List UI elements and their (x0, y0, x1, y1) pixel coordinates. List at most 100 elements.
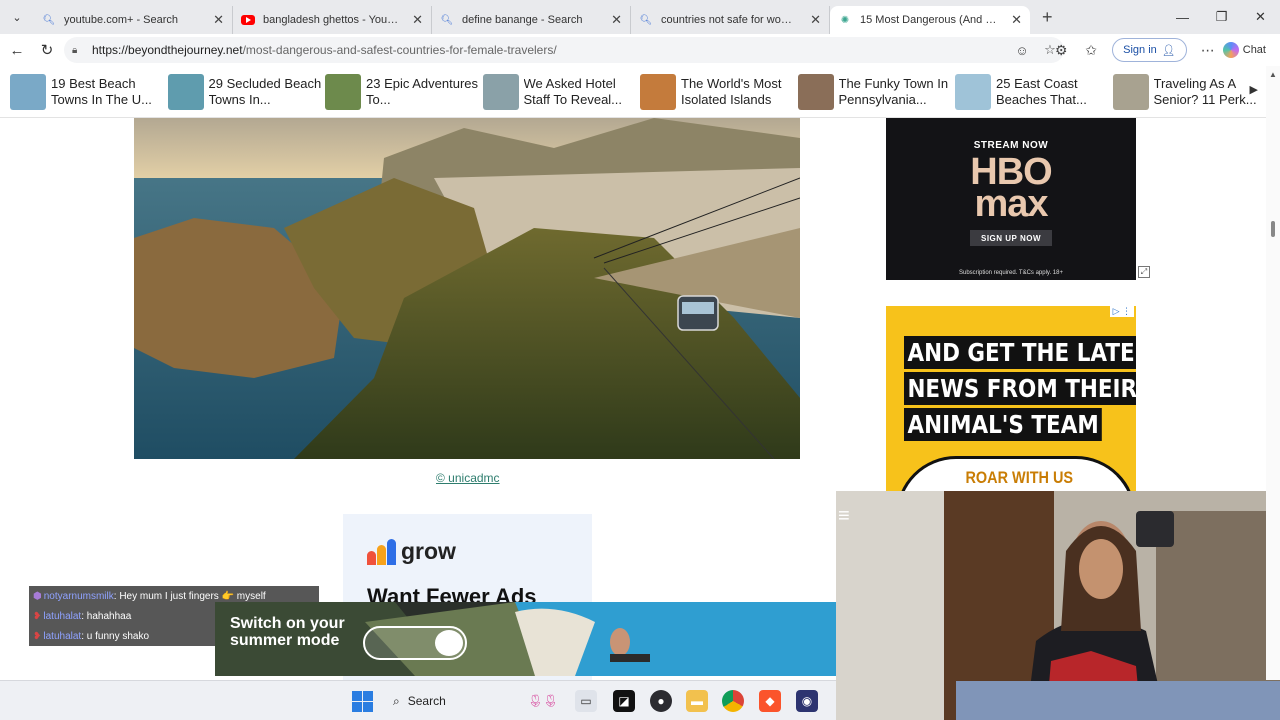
restore-icon[interactable]: ❐ (1202, 0, 1241, 34)
tab-title: bangladesh ghettos - YouTube (263, 14, 403, 26)
minimize-icon[interactable]: — (1163, 0, 1202, 34)
copilot-icon (1222, 42, 1239, 58)
recommendation-label: The Funky Town In Pennsylvania... (838, 75, 949, 107)
hbo-logo-line2: max (974, 183, 1048, 225)
refresh-icon[interactable]: ↻ (32, 35, 62, 65)
ad-stream-now: STREAM NOW (973, 140, 1049, 151)
browser-toolbar: ← ↻ 🔒︎ https://beyondthejourney.net/most… (0, 34, 1280, 66)
tab-countries-not-safe[interactable]: 🔍︎ countries not safe for woman - Search… (631, 6, 830, 34)
hbo-max-ad[interactable]: STREAM NOW HBO max SIGN UP NOW Subscript… (886, 118, 1136, 280)
ad-cta[interactable]: ROAR WITH US (965, 468, 1073, 488)
tab-define-banange[interactable]: 🔍︎ define banange - Search ✕ (432, 6, 631, 34)
taskbar-search[interactable]: ⌕ Search (385, 687, 515, 715)
ad-expand-icon[interactable]: ⤢ (1138, 266, 1150, 278)
tab-title: define banange - Search (462, 14, 583, 26)
recommendation-label: The World's Most Isolated Islands (681, 75, 782, 107)
recommendation-item[interactable]: 25 East Coast Beaches That... (955, 73, 1113, 110)
brave-icon[interactable]: ◆ (759, 690, 781, 712)
grow-mark-icon (367, 538, 397, 565)
ad-line-1: AND GET THE LATEST (904, 336, 1136, 369)
app-icon-capcut[interactable]: ◪ (613, 690, 635, 712)
app-icon-discord[interactable]: ◉ (796, 690, 818, 712)
chat-user: notyarnumsmilk (43, 591, 114, 602)
chat-badge-icon: ⬢ (33, 591, 42, 602)
hbo-signup-button[interactable]: SIGN UP NOW (970, 230, 1052, 246)
search-icon: 🔍︎ (639, 14, 653, 26)
close-tab-icon[interactable]: ✕ (412, 12, 423, 28)
close-tab-icon[interactable]: ✕ (1011, 12, 1022, 28)
summer-banner-text: Switch on your summer mode (230, 615, 345, 649)
close-tab-icon[interactable]: ✕ (810, 12, 821, 28)
profile-icon: 👤︎ (1161, 44, 1176, 57)
site-info-icon[interactable]: 🔒︎ (72, 45, 86, 56)
close-window-icon[interactable]: ✕ (1241, 0, 1280, 34)
tab-title: youtube.com+ - Search (64, 14, 179, 26)
app-icon-obs[interactable]: ● (650, 690, 672, 712)
url-host: https://beyondthejourney.net (92, 43, 243, 57)
more-options-icon[interactable]: ⋯ (1193, 42, 1223, 59)
recommendation-thumbnail (325, 73, 361, 110)
recommendation-bar: 19 Best Beach Towns In The U... 29 Seclud… (0, 66, 1280, 118)
file-explorer-icon[interactable]: ▬ (686, 690, 708, 712)
recommendation-item[interactable]: 19 Best Beach Towns In The U... (10, 73, 168, 110)
scrollbar-thumb[interactable] (1271, 221, 1275, 237)
tulips-widget-icon[interactable]: 🌷︎🌷︎ (523, 690, 563, 712)
tab-title: 15 Most Dangerous (And 15 Safest (860, 14, 1002, 26)
summer-mode-toggle[interactable] (363, 626, 467, 660)
summer-mode-banner-ad[interactable]: Switch on your summer mode (215, 602, 836, 676)
scroll-up-icon[interactable]: ▲ (1269, 70, 1277, 79)
search-icon: ⌕ (393, 693, 400, 708)
recommendation-label: 19 Best Beach Towns In The U... (51, 75, 152, 107)
task-view-icon[interactable]: ▭ (575, 690, 597, 712)
chrome-icon[interactable] (722, 690, 744, 712)
page-scrollbar[interactable]: ▲ (1266, 66, 1280, 680)
url-text: https://beyondthejourney.net/most-danger… (92, 43, 1008, 57)
sign-in-button[interactable]: Sign in 👤︎ (1112, 38, 1187, 62)
window-controls: — ❐ ✕ (1163, 0, 1280, 34)
toggle-knob (435, 630, 463, 656)
recommendation-label: 25 East Coast Beaches That... (996, 75, 1087, 107)
ad-line-3: ANIMAL'S TEAM (904, 408, 1103, 441)
new-tab-button[interactable]: + (1042, 7, 1053, 28)
tab-15-most-dangerous[interactable]: ✺ 15 Most Dangerous (And 15 Safest ✕ (830, 6, 1030, 34)
recommendation-item[interactable]: 23 Epic Adventures To... (325, 73, 483, 110)
ad-fine-print: Subscription required. T&Cs apply. 18+ (958, 270, 1063, 276)
favorites-icon[interactable]: ✩ (1076, 42, 1106, 59)
tab-strip: ⌄ 🔍︎ youtube.com+ - Search ✕ bangladesh … (0, 0, 1280, 34)
chevron-right-icon[interactable]: ▶ (1250, 83, 1258, 96)
close-tab-icon[interactable]: ✕ (611, 12, 622, 28)
recommendation-thumbnail (167, 73, 204, 110)
address-bar[interactable]: 🔒︎ https://beyondthejourney.net/most-dan… (64, 37, 1064, 63)
webcam-image (836, 491, 1280, 720)
photo-credit-link[interactable]: © unicadmc (436, 471, 500, 485)
recommendation-thumbnail (797, 73, 834, 110)
taskbar-search-label: Search (407, 694, 446, 708)
adchoices-icon[interactable]: ▷ ⋮ (1109, 306, 1134, 317)
chat-label: Chat (1242, 44, 1266, 56)
search-icon: 🔍︎ (440, 14, 454, 26)
recommendation-item[interactable]: The World's Most Isolated Islands (640, 73, 798, 110)
recommendation-item[interactable]: 29 Secluded Beach Towns In... (167, 73, 326, 110)
grow-brand: grow (401, 538, 456, 564)
grow-logo: grow (367, 538, 456, 565)
chat-text: : u funny shako (81, 631, 150, 642)
extensions-icon[interactable]: ⚙ (1046, 42, 1076, 59)
url-path: /most-dangerous-and-safest-countries-for… (242, 43, 557, 57)
recommendation-item[interactable]: The Funky Town In Pennsylvania... (797, 73, 956, 110)
hamburger-menu-icon[interactable]: ≡ (838, 505, 850, 528)
tab-bangladesh-ghettos[interactable]: bangladesh ghettos - YouTube ✕ (233, 6, 432, 34)
recommendation-item[interactable]: We Asked Hotel Staff To Reveal... (482, 73, 641, 110)
close-tab-icon[interactable]: ✕ (213, 12, 224, 28)
tab-actions-menu-icon[interactable]: ⌄ (0, 0, 34, 34)
chat-user: latuhalat (43, 611, 82, 622)
animal-news-ad[interactable]: ▷ ⋮ AND GET THE LATEST NEWS FROM THEIR A… (886, 306, 1136, 496)
chat-badge-icon: ❥ (33, 611, 42, 622)
tab-youtube-search[interactable]: 🔍︎ youtube.com+ - Search ✕ (34, 6, 233, 34)
reader-mode-icon[interactable]: ☺ (1008, 43, 1036, 58)
windows-start-icon[interactable] (352, 691, 373, 712)
back-icon[interactable]: ← (2, 35, 32, 65)
recommendation-item[interactable]: Traveling As A Senior? 11 Perk... (1112, 73, 1271, 110)
copilot-chat-button[interactable]: Chat (1222, 42, 1266, 58)
tab-title: countries not safe for woman - Search (661, 14, 801, 26)
taskbar: ⌕ Search 🌷︎🌷︎ ▭ ◪ ● ▬ ◆ ◉ (0, 680, 836, 720)
